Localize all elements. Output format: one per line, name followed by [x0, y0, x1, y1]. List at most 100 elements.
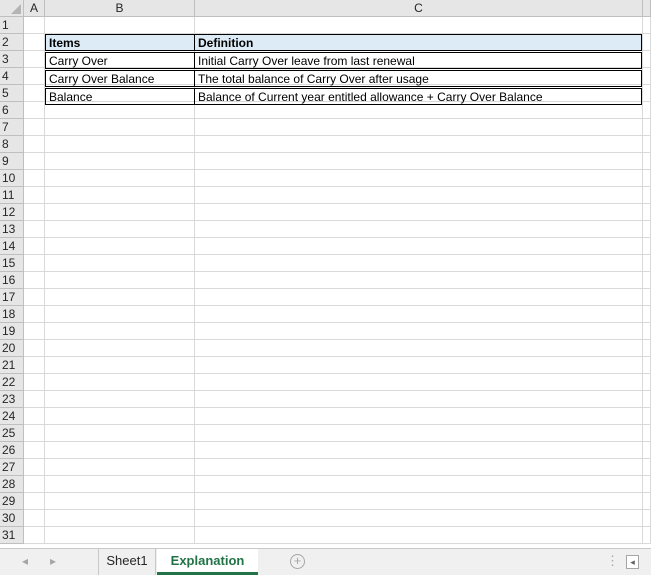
grid-cell[interactable]	[643, 51, 651, 68]
row-header[interactable]: 7	[0, 119, 24, 136]
grid-cell[interactable]	[24, 238, 45, 255]
row-header[interactable]: 11	[0, 187, 24, 204]
row-header[interactable]: 19	[0, 323, 24, 340]
row-header[interactable]: 20	[0, 340, 24, 357]
grid-cell[interactable]	[643, 255, 651, 272]
grid-cell[interactable]	[643, 289, 651, 306]
grid-cell[interactable]	[643, 527, 651, 544]
row-header[interactable]: 9	[0, 153, 24, 170]
grid-cell[interactable]	[24, 255, 45, 272]
grid-cell[interactable]	[195, 493, 643, 510]
grid-cell[interactable]	[195, 340, 643, 357]
grid-cell[interactable]	[24, 187, 45, 204]
row-header[interactable]: 15	[0, 255, 24, 272]
grid-cell[interactable]	[45, 476, 195, 493]
grid-cell[interactable]	[24, 17, 45, 34]
row-header[interactable]: 18	[0, 306, 24, 323]
grid-cell[interactable]	[195, 119, 643, 136]
grid-cell[interactable]	[45, 357, 195, 374]
table-header-definition[interactable]: Definition	[194, 34, 642, 51]
grid-cell[interactable]	[643, 476, 651, 493]
row-header[interactable]: 28	[0, 476, 24, 493]
grid-cell[interactable]	[643, 187, 651, 204]
grid-cell[interactable]	[45, 204, 195, 221]
grid-cell[interactable]	[45, 459, 195, 476]
grid-cell[interactable]	[45, 272, 195, 289]
grid-cell[interactable]	[45, 425, 195, 442]
grid-cell[interactable]	[24, 170, 45, 187]
grid-cell[interactable]	[643, 170, 651, 187]
grid-cell[interactable]	[643, 17, 651, 34]
column-header-d[interactable]	[643, 0, 651, 17]
grid-cell[interactable]	[45, 17, 195, 34]
grid-cell[interactable]	[643, 102, 651, 119]
grid-cell[interactable]	[24, 527, 45, 544]
grid-cell[interactable]	[24, 221, 45, 238]
row-header[interactable]: 10	[0, 170, 24, 187]
grid-cell[interactable]	[45, 221, 195, 238]
grid-cell[interactable]	[643, 357, 651, 374]
grid-cell[interactable]	[195, 323, 643, 340]
grid-cell[interactable]	[24, 119, 45, 136]
grid-cell[interactable]	[24, 391, 45, 408]
grid-cell[interactable]	[45, 493, 195, 510]
grid-cell[interactable]	[643, 238, 651, 255]
grid-cell[interactable]	[45, 136, 195, 153]
grid-cell[interactable]	[195, 272, 643, 289]
grid-cell[interactable]	[24, 204, 45, 221]
row-header[interactable]: 12	[0, 204, 24, 221]
row-header[interactable]: 1	[0, 17, 24, 34]
grid-cell[interactable]	[195, 136, 643, 153]
grid-cell[interactable]	[195, 289, 643, 306]
grid-cell[interactable]	[45, 255, 195, 272]
scroll-left-icon[interactable]: ◂	[626, 555, 639, 569]
grid-cell[interactable]	[643, 374, 651, 391]
more-options-icon[interactable]: ⋮	[606, 553, 619, 569]
row-header[interactable]: 31	[0, 527, 24, 544]
row-header[interactable]: 27	[0, 459, 24, 476]
grid-cell[interactable]	[45, 442, 195, 459]
grid-cell[interactable]	[643, 408, 651, 425]
grid-cell[interactable]	[195, 425, 643, 442]
grid-cell[interactable]	[643, 306, 651, 323]
grid-cell[interactable]	[24, 476, 45, 493]
grid-cell[interactable]	[195, 187, 643, 204]
grid-cell[interactable]	[24, 425, 45, 442]
grid-cell[interactable]	[643, 459, 651, 476]
grid-cell[interactable]	[45, 187, 195, 204]
grid-cell[interactable]	[195, 238, 643, 255]
grid-cell[interactable]	[643, 391, 651, 408]
grid-cell[interactable]	[643, 34, 651, 51]
grid-cell[interactable]	[24, 340, 45, 357]
grid-cell[interactable]	[643, 425, 651, 442]
table-header-items[interactable]: Items	[45, 34, 195, 51]
grid-cell[interactable]	[45, 119, 195, 136]
column-header-a[interactable]: A	[24, 0, 45, 17]
grid-cell[interactable]	[195, 442, 643, 459]
row-header[interactable]: 3	[0, 51, 24, 68]
grid-cell[interactable]	[643, 85, 651, 102]
grid-cell[interactable]	[195, 408, 643, 425]
grid-cell[interactable]	[195, 374, 643, 391]
grid-cell[interactable]	[45, 323, 195, 340]
select-all-corner[interactable]	[0, 0, 24, 17]
grid-cell[interactable]	[24, 153, 45, 170]
grid-cell[interactable]	[24, 51, 45, 68]
row-header[interactable]: 29	[0, 493, 24, 510]
spreadsheet-grid[interactable]: A B C 1 2 3 4 5 6 7 8 9 10 11 12 13 14 15 16 17 18 19 20 21 2…	[0, 0, 651, 548]
row-header[interactable]: 8	[0, 136, 24, 153]
row-header[interactable]: 13	[0, 221, 24, 238]
table-cell-item[interactable]: Carry Over	[45, 52, 195, 69]
grid-cell[interactable]	[45, 374, 195, 391]
grid-cell[interactable]	[643, 204, 651, 221]
row-header[interactable]: 4	[0, 68, 24, 85]
grid-cell[interactable]	[24, 493, 45, 510]
row-header[interactable]: 26	[0, 442, 24, 459]
grid-cell[interactable]	[45, 153, 195, 170]
grid-cell[interactable]	[195, 153, 643, 170]
row-header[interactable]: 24	[0, 408, 24, 425]
row-header[interactable]: 30	[0, 510, 24, 527]
grid-cell[interactable]	[24, 323, 45, 340]
grid-cell[interactable]	[24, 136, 45, 153]
grid-cell[interactable]	[643, 272, 651, 289]
